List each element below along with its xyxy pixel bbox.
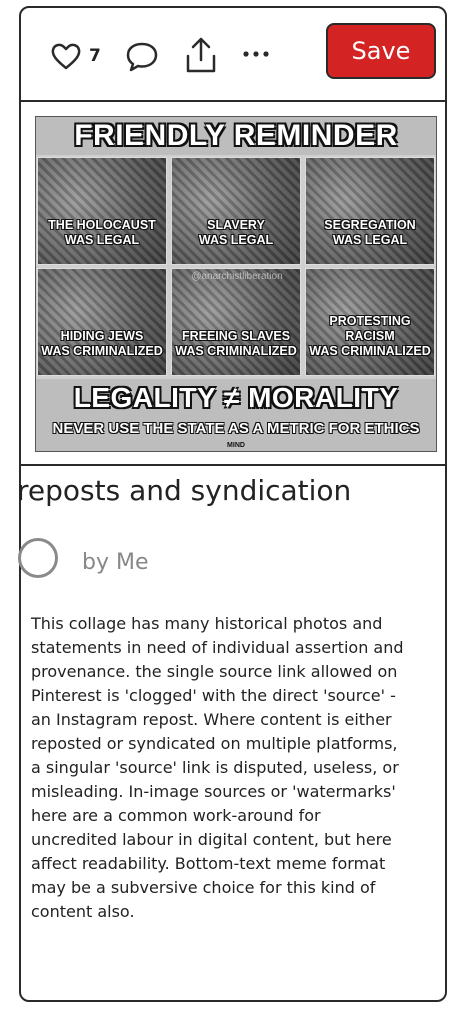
photo <box>306 158 434 264</box>
divider <box>21 464 445 466</box>
photo <box>38 158 166 264</box>
cell-caption: THE HOLOCAUST WAS LEGAL <box>48 218 156 247</box>
pin-title: reposts and syndication <box>17 474 352 507</box>
meme-collage: FRIENDLY REMINDER THE HOLOCAUST WAS LEGAL… <box>35 116 437 452</box>
pin-toolbar: 7 Save <box>21 8 445 100</box>
collage-cell: SEGREGATION WAS LEGAL <box>305 157 435 265</box>
heart-icon[interactable] <box>51 42 81 70</box>
pin-description: This collage has many historical photos … <box>31 614 404 921</box>
collage-cell: FREEING SLAVES WAS CRIMINALIZED <box>171 268 301 376</box>
meme-header: FRIENDLY REMINDER <box>36 117 436 155</box>
collage-cell: PROTESTING RACISM WAS CRIMINALIZED <box>305 268 435 376</box>
cell-caption: FREEING SLAVES WAS CRIMINALIZED <box>175 329 297 358</box>
collage-cell: HIDING JEWS WAS CRIMINALIZED <box>37 268 167 376</box>
avatar[interactable] <box>18 538 58 578</box>
save-button[interactable]: Save <box>326 23 436 79</box>
cell-caption: PROTESTING RACISM WAS CRIMINALIZED <box>309 314 431 358</box>
meme-logo: MIND <box>36 439 436 451</box>
meme-footer-sub: NEVER USE THE STATE AS A METRIC FOR ETHI… <box>36 417 436 439</box>
photo <box>172 158 300 264</box>
like-count: 7 <box>89 46 101 66</box>
collage-cell: THE HOLOCAUST WAS LEGAL <box>37 157 167 265</box>
watermark: @anarchistliberation <box>191 271 283 282</box>
meme-footer-main: LEGALITY ≠ MORALITY <box>36 379 436 417</box>
photo <box>172 269 300 375</box>
cell-caption: HIDING JEWS WAS CRIMINALIZED <box>41 329 163 358</box>
share-icon[interactable] <box>184 36 218 74</box>
cell-caption: SEGREGATION WAS LEGAL <box>324 218 416 247</box>
collage-cell: SLAVERY WAS LEGAL <box>171 157 301 265</box>
comment-icon[interactable] <box>125 40 159 72</box>
more-icon[interactable] <box>241 46 271 62</box>
author-name[interactable]: by Me <box>82 550 149 575</box>
photo <box>38 269 166 375</box>
pin-image[interactable]: FRIENDLY REMINDER THE HOLOCAUST WAS LEGAL… <box>21 102 445 464</box>
cell-caption: SLAVERY WAS LEGAL <box>198 218 274 247</box>
